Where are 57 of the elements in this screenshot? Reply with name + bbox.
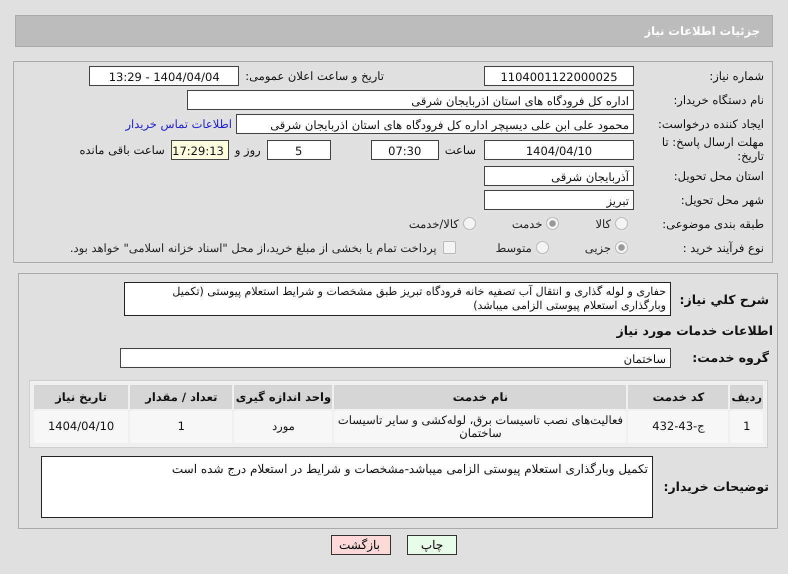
field-label: شرح کلي نياز: xyxy=(678,290,770,307)
radio-button[interactable] xyxy=(615,217,628,230)
field-label: ایجاد کننده درخواست: xyxy=(657,117,765,131)
service-group-field: ساختمان xyxy=(120,348,671,368)
radio-button[interactable] xyxy=(462,217,476,230)
table-cell: ج-43-432 xyxy=(628,410,728,443)
requester-field: محمود علی ابن علی دیسپچر اداره کل فرودگاه های استان اذربایجان شرقی xyxy=(236,114,634,134)
column-header: تعداد / مقدار xyxy=(130,384,232,409)
table-cell: 1 xyxy=(730,410,763,443)
field-label: نام دستگاه خریدار: xyxy=(672,93,765,107)
buyer-org-field: اداره کل فرودگاه های استان اذربایجان شرقی xyxy=(187,90,634,110)
field-label: استان محل تحویل: xyxy=(672,168,765,183)
print-button[interactable]: چاپ xyxy=(407,534,457,555)
checkbox[interactable] xyxy=(442,241,456,254)
remaining-label: ساعت باقی مانده xyxy=(80,142,165,157)
radio-label: خدمت xyxy=(512,216,542,231)
field-label: شماره نیاز: xyxy=(708,69,765,83)
column-header: ردیف xyxy=(730,384,763,409)
table-cell: مورد xyxy=(234,410,332,443)
contact-link[interactable]: اطلاعات تماس خریدار xyxy=(125,117,232,131)
table-cell: 1 xyxy=(130,410,232,443)
province-field: آذربایجان شرقی xyxy=(484,166,634,186)
radio-label: کالا/خدمت xyxy=(408,216,459,231)
announce-date-field: 1404/04/04 - 13:29 xyxy=(89,66,240,86)
field-label: گروه خدمت: xyxy=(691,350,770,366)
city-field: تبریز xyxy=(484,190,634,210)
radio-button[interactable] xyxy=(536,241,549,254)
section-heading: اطلاعات خدمات مورد نیاز xyxy=(616,323,774,338)
time-label: ساعت xyxy=(444,142,476,157)
radio-label: متوسط xyxy=(496,240,532,255)
remaining-time-field: 17:29:13 xyxy=(170,140,229,160)
table-cell: 1404/04/10 xyxy=(34,410,128,443)
column-header: کد خدمت xyxy=(628,384,728,409)
field-label: شهر محل تحویل: xyxy=(680,192,765,207)
field-label: طبقه بندی موضوعی: xyxy=(661,216,765,231)
radio-button[interactable] xyxy=(615,241,628,254)
need-number-field: 1104001122000025 xyxy=(484,66,634,86)
deadline-time-field: 07:30 xyxy=(370,140,439,160)
column-header: تاریخ نیاز xyxy=(34,384,128,409)
days-field: 5 xyxy=(266,140,331,160)
page-title: جزئیات اطلاعات نیاز xyxy=(644,24,760,38)
field-label: تاریخ و ساعت اعلان عمومی: xyxy=(245,69,384,83)
buyer-notes-field: تکمیل وبارگذاری استعلام پیوستی الزامی میباشد-مشخصات و شرایط در استعلام درج شده است xyxy=(41,456,653,518)
column-header: نام خدمت xyxy=(334,384,626,409)
table-cell: فعالیت‌های نصب تاسیسات برق، لوله‌کشی و سایر تاسیسات ساختمان xyxy=(334,410,626,443)
field-label: نوع فرآیند خرید : xyxy=(682,240,765,255)
radio-button[interactable] xyxy=(546,217,560,230)
days-label: روز و xyxy=(234,142,261,157)
field-label: توضیحات خریدار: xyxy=(662,479,770,494)
field-label: مهلت ارسال پاسخ: تا تاریخ: xyxy=(660,136,765,164)
description-field: حفاری و لوله گذاری و انتقال آب تصفیه خانه فرودگاه تبریز طبق مشخصات و شرایط استعلام پیوستی (تکمیل وبارگذاری استعلام پیوستی الزامی میباشد) xyxy=(124,282,671,316)
checkbox-label: پرداخت تمام یا بخشی از مبلغ خرید،از محل "اسناد خزانه اسلامی" خواهد بود. xyxy=(70,240,437,255)
deadline-date-field: 1404/04/10 xyxy=(484,140,634,160)
radio-label: جزیی xyxy=(584,240,611,255)
back-button[interactable]: بازگشت xyxy=(331,534,391,555)
column-header: واحد اندازه گیری xyxy=(234,384,332,409)
radio-label: کالا xyxy=(595,216,611,231)
